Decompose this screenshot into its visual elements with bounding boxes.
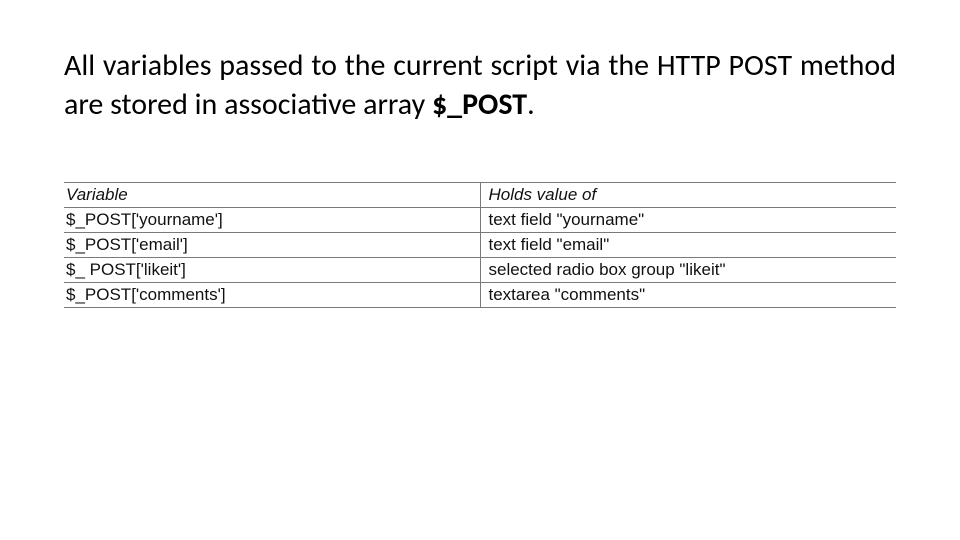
table-row: $_ POST['likeit'] selected radio box gro…	[64, 258, 896, 283]
table-row: $_POST['yourname'] text field "yourname"	[64, 208, 896, 233]
post-variables-table: Variable Holds value of $_POST['yourname…	[64, 182, 896, 308]
table-header-row: Variable Holds value of	[64, 183, 896, 208]
cell-holds: selected radio box group "likeit"	[480, 258, 896, 283]
cell-variable: $_POST['yourname']	[64, 208, 480, 233]
header-holds: Holds value of	[480, 183, 896, 208]
cell-holds: text field "email"	[480, 233, 896, 258]
cell-variable: $_POST['email']	[64, 233, 480, 258]
slide: All variables passed to the current scri…	[0, 0, 960, 540]
table-row: $_POST['comments'] textarea "comments"	[64, 283, 896, 308]
intro-paragraph: All variables passed to the current scri…	[64, 46, 896, 124]
intro-suffix: .	[527, 86, 535, 123]
table-row: $_POST['email'] text field "email"	[64, 233, 896, 258]
cell-variable: $_ POST['likeit']	[64, 258, 480, 283]
cell-holds: text field "yourname"	[480, 208, 896, 233]
cell-variable: $_POST['comments']	[64, 283, 480, 308]
header-variable: Variable	[64, 183, 480, 208]
cell-holds: textarea "comments"	[480, 283, 896, 308]
intro-bold: $_POST	[432, 86, 527, 123]
